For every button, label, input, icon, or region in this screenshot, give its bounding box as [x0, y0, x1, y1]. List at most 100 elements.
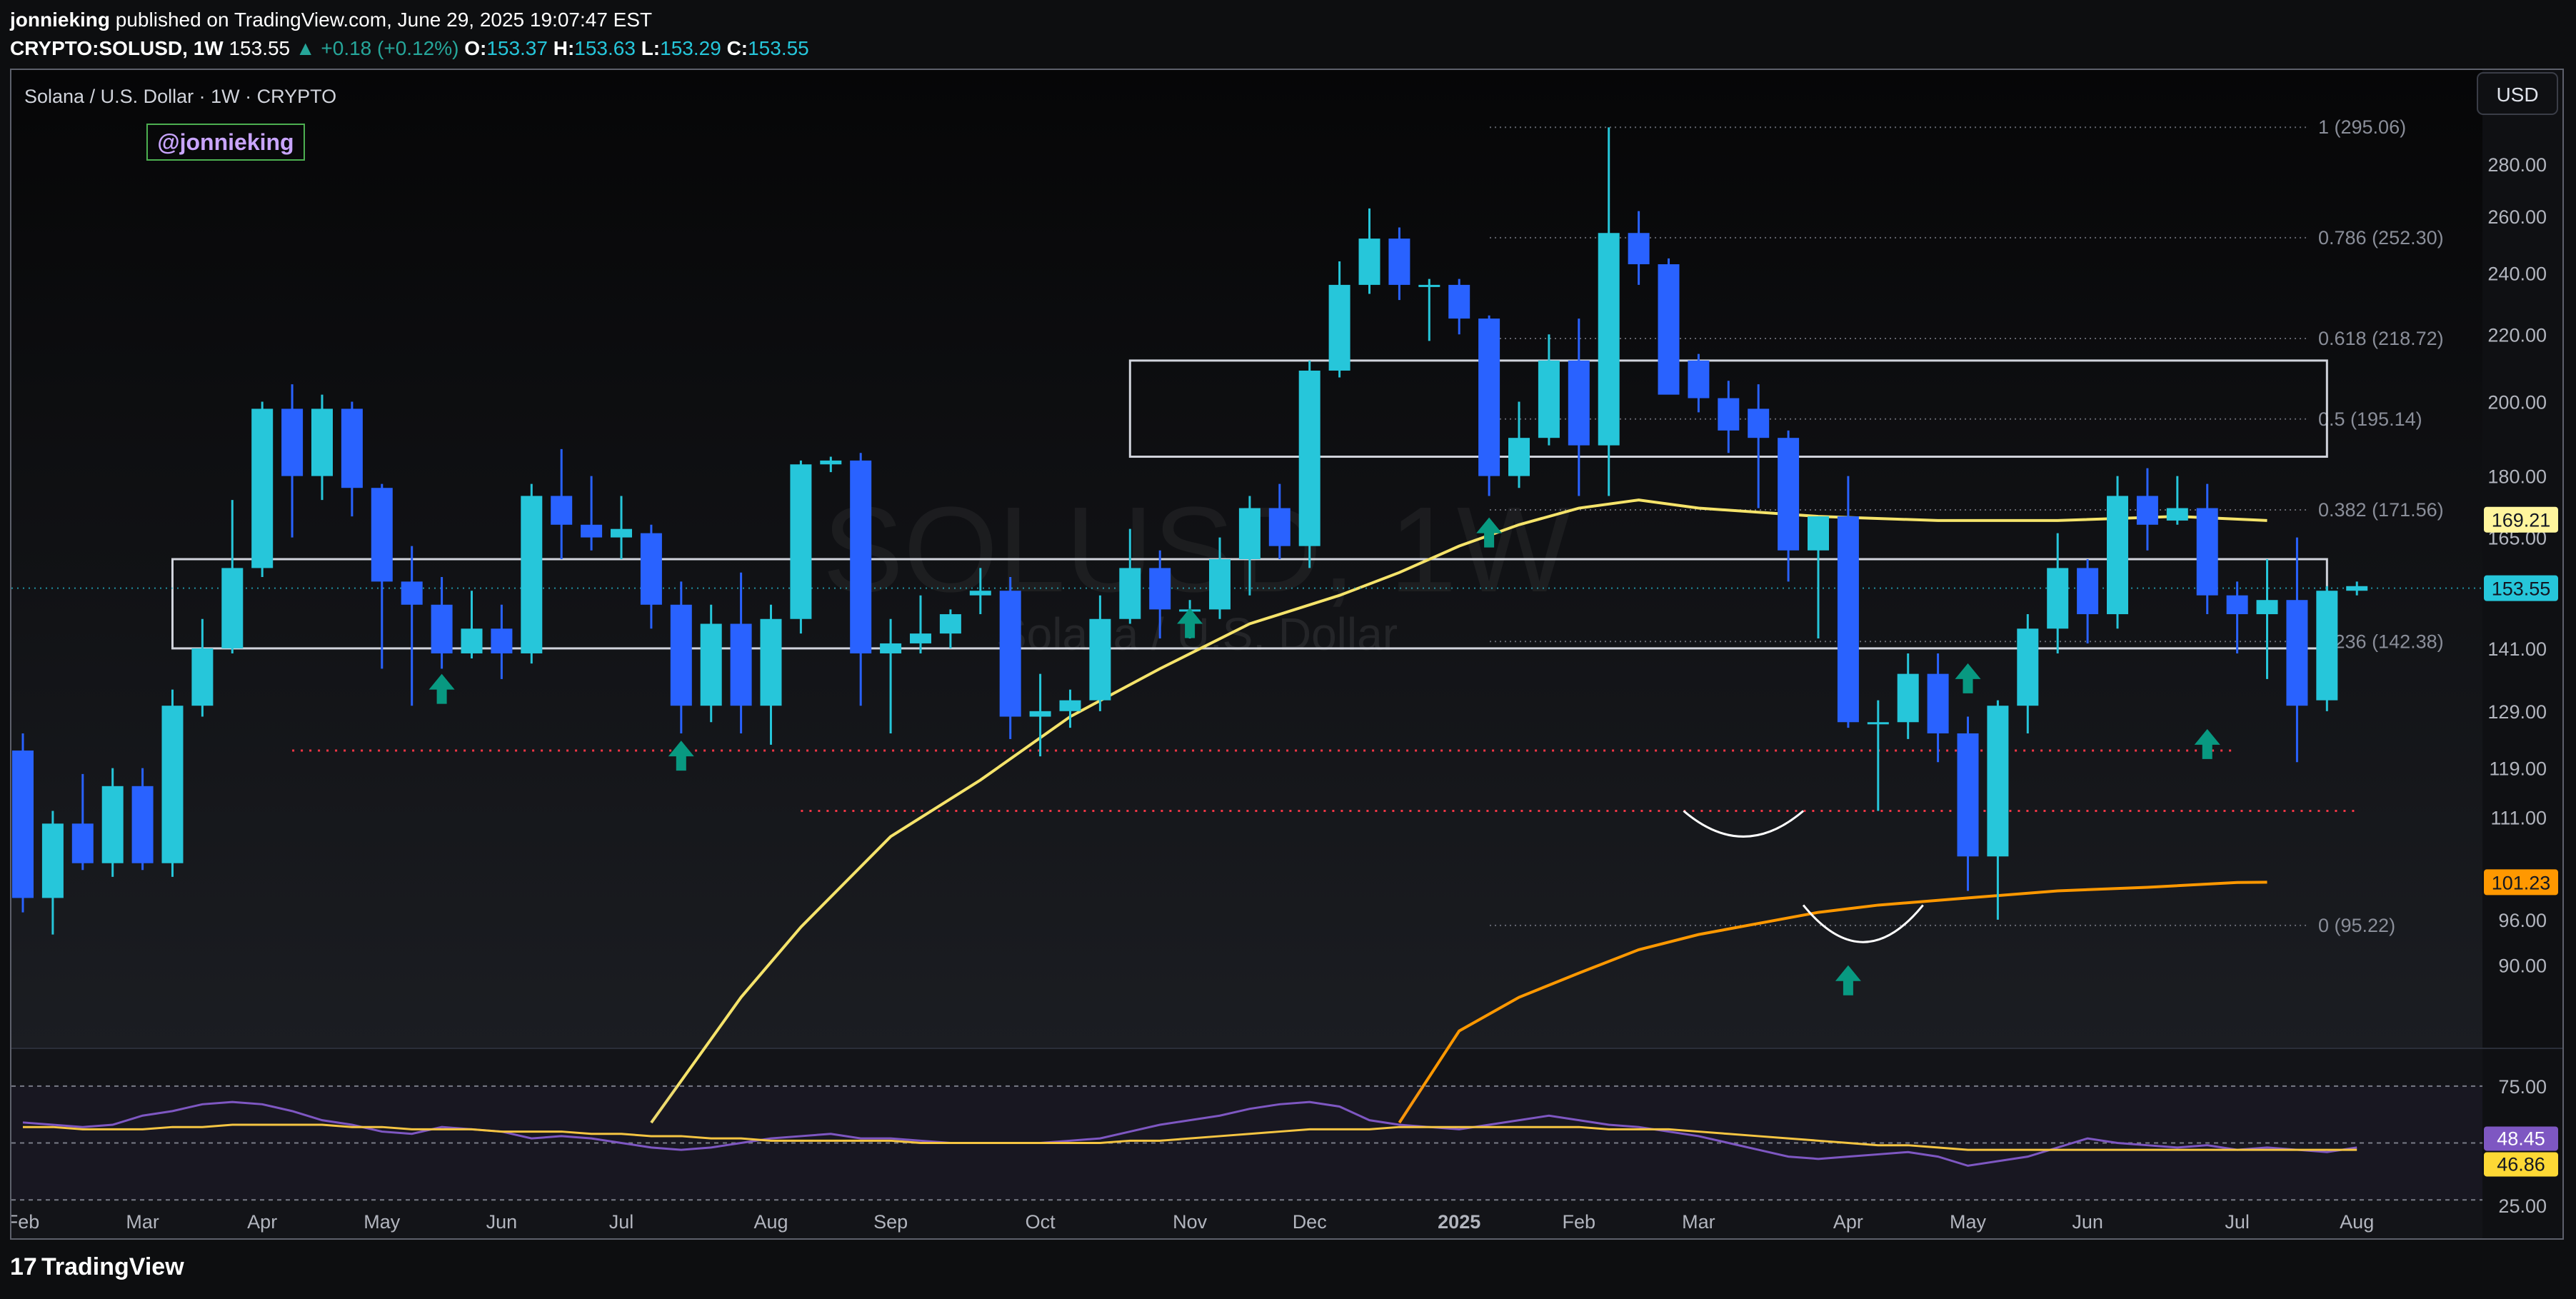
time-tick: 2025 [1438, 1211, 1480, 1233]
fib-label: 0.382 (171.56) [2318, 499, 2444, 521]
candle-body [880, 643, 902, 653]
candle-body [2017, 628, 2039, 706]
candle-body [1268, 508, 1290, 546]
candle-body [820, 460, 842, 465]
fib-label: 0.5 (195.14) [2318, 408, 2422, 430]
close-label: C: [726, 37, 748, 59]
symbol-line: CRYPTO:SOLUSD, 1W [10, 37, 224, 59]
fib-label: 0 (95.22) [2318, 915, 2395, 936]
price-tick: 141.00 [2487, 638, 2547, 660]
time-tick: Mar [126, 1211, 159, 1233]
candle-body [491, 628, 513, 653]
candle-body [581, 524, 603, 538]
price-tick: 129.00 [2487, 701, 2547, 723]
open-value: 153.37 [486, 37, 548, 59]
candle-body [191, 648, 214, 706]
chart-frame[interactable]: SOLUSD, 1W Solana / U.S. Dollar 1 (295.0… [10, 69, 2564, 1240]
time-tick: Mar [1682, 1211, 1715, 1233]
rsi-tick: 25.00 [2498, 1195, 2547, 1217]
chart-title: Solana / U.S. Dollar · 1W · CRYPTO [24, 86, 336, 107]
candle-body [1778, 438, 1800, 551]
last-price-tag: 153.55 [2492, 578, 2551, 600]
candle-body [2077, 568, 2099, 615]
ohlc-line: CRYPTO:SOLUSD, 1W 153.55 ▲ +0.18 (+0.12%… [10, 34, 809, 63]
candle-body [431, 604, 453, 653]
candle-body [2196, 508, 2218, 596]
candle-body [1059, 700, 1081, 711]
candle-body [551, 496, 573, 525]
candle-body [12, 750, 34, 898]
candle-body [1388, 239, 1410, 285]
candle-body [1448, 284, 1470, 319]
time-tick: Jun [2072, 1211, 2103, 1233]
time-tick: May [364, 1211, 401, 1233]
candle-body [1568, 360, 1590, 446]
time-tick: Aug [753, 1211, 788, 1233]
currency-label: USD [2496, 84, 2538, 106]
time-tick: Jul [2225, 1211, 2250, 1233]
handle-text: @jonnieking [157, 129, 294, 155]
candle-body [461, 628, 483, 653]
fib-label: 0.618 (218.72) [2318, 328, 2444, 349]
candle-body [311, 408, 333, 476]
rsi-pane: 75.00 25.00 48.45 46.86 [11, 1076, 2558, 1217]
price-tick: 180.00 [2487, 466, 2547, 488]
price-tick: 280.00 [2487, 154, 2547, 176]
candle-body [969, 591, 991, 596]
candle-body [1837, 516, 1859, 723]
low-value: 153.29 [660, 37, 721, 59]
candle-body [1418, 284, 1440, 287]
candle-body [760, 618, 782, 706]
low-label: L: [641, 37, 661, 59]
author-name[interactable]: jonnieking [10, 9, 110, 31]
candle-body [71, 823, 94, 863]
watermark-name: Solana / U.S. Dollar [996, 608, 1398, 660]
time-tick: Apr [247, 1211, 277, 1233]
candle-body [1718, 398, 1740, 431]
time-tick: Aug [2340, 1211, 2374, 1233]
price-tick: 90.00 [2498, 956, 2547, 977]
tradingview-brand[interactable]: 17 TradingView [10, 1253, 184, 1281]
candle-body [371, 488, 393, 582]
ma-fast-tag: 169.21 [2492, 510, 2551, 531]
time-tick: Jun [486, 1211, 518, 1233]
candle-body [790, 464, 812, 619]
candle-body [341, 408, 363, 488]
candle-body [939, 614, 961, 634]
candle-body [2166, 508, 2188, 521]
candle-body [401, 581, 423, 605]
candle-body [1957, 733, 1979, 857]
open-label: O: [464, 37, 487, 59]
candle-body [611, 528, 632, 538]
candle-body [910, 633, 931, 643]
brand-name: TradingView [41, 1253, 184, 1280]
candle-body [1927, 673, 1949, 733]
candle-body [730, 623, 752, 706]
tradingview-logo-icon: 17 [10, 1253, 37, 1280]
candle-body [1688, 360, 1710, 398]
time-tick: Feb [1563, 1211, 1596, 1233]
price-tick: 220.00 [2487, 324, 2547, 346]
candle-body [1897, 673, 1919, 723]
candle-body [2346, 586, 2368, 591]
time-tick: Apr [1833, 1211, 1863, 1233]
price-chart[interactable]: SOLUSD, 1W Solana / U.S. Dollar 1 (295.0… [11, 70, 2562, 1238]
price-tick: 240.00 [2487, 263, 2547, 284]
candle-body [670, 604, 692, 706]
fib-label: 1 (295.06) [2318, 116, 2406, 138]
time-tick: Dec [1293, 1211, 1327, 1233]
high-value: 153.63 [574, 37, 636, 59]
ma-slow-tag: 101.23 [2492, 872, 2551, 893]
candle-body [1149, 568, 1171, 610]
candle-body [2256, 600, 2278, 615]
candle-body [2316, 591, 2338, 701]
candle-body [700, 623, 722, 706]
candle-body [1598, 233, 1620, 446]
candle-body [1089, 618, 1111, 701]
close-value: 153.55 [748, 37, 809, 59]
candle-body [1358, 239, 1380, 285]
time-tick: Feb [11, 1211, 39, 1233]
price-tick: 111.00 [2490, 807, 2547, 828]
candle-body [1029, 711, 1051, 717]
high-label: H: [553, 37, 575, 59]
